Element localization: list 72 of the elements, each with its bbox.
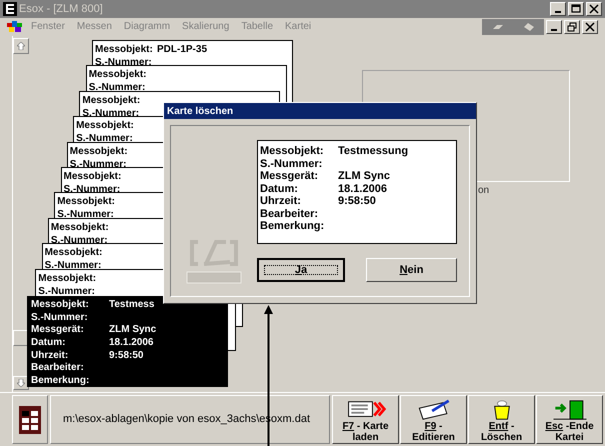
function-button[interactable]: Esc -Ende Kartei xyxy=(536,395,603,444)
field-label: Bearbeiter: xyxy=(260,208,320,220)
field-label: Bemerkung: xyxy=(260,220,326,232)
field-value: PDL-1P-35 xyxy=(157,43,208,56)
field-label: S.-Nummer: xyxy=(82,106,140,120)
field-label: S.-Nummer: xyxy=(50,234,109,247)
field-label: Messobjekt: xyxy=(82,94,142,107)
minimize-button[interactable] xyxy=(546,20,562,34)
close-icon xyxy=(585,22,595,32)
field-label: Messobjekt: xyxy=(57,195,116,208)
field-label: Messobjekt: xyxy=(95,43,154,56)
field-label: S.-Nummer: xyxy=(44,259,102,272)
field-value: ZLM Sync xyxy=(109,324,156,338)
field-label: Messgerät: xyxy=(260,170,320,182)
maximize-button[interactable] xyxy=(568,2,584,16)
maximize-icon xyxy=(567,22,577,32)
field-label: S.-Nummer: xyxy=(95,56,153,69)
grid-icon xyxy=(19,406,41,434)
field-label: S.-Nummer: xyxy=(57,208,115,222)
function-button[interactable]: F7 - Karte laden xyxy=(332,395,399,444)
minimize-button[interactable] xyxy=(550,2,566,16)
field-label: Messobjekt: xyxy=(88,68,148,82)
field-label: Datum: xyxy=(260,182,299,195)
function-button[interactable]: Entf - Löschen xyxy=(468,395,535,444)
field-label: Messobjekt: xyxy=(260,145,325,158)
close-icon xyxy=(589,4,599,14)
maximize-button[interactable] xyxy=(564,20,580,34)
window-title: Esox - [ZLM 800] xyxy=(19,4,103,14)
active-card[interactable]: Messobjekt: Testmess S.-Nummer: Messgerät: ZLM Sync Datum: 18.1.2006 Uhrzeit: 9:58:50 Bearbeiter: Bemerkung: xyxy=(27,296,228,387)
arrow-up-icon xyxy=(17,42,25,50)
field-label: Uhrzeit: xyxy=(31,350,70,362)
field-value: 9:58:50 xyxy=(109,350,144,362)
no-button[interactable]: Nein xyxy=(366,258,457,282)
field-label: Messobjekt: xyxy=(50,220,110,234)
scroll-up-button[interactable] xyxy=(13,38,29,54)
dialog-title: Karte löschen xyxy=(164,103,476,119)
close-button[interactable] xyxy=(582,20,598,34)
field-label: Bearbeiter: xyxy=(31,362,85,376)
field-label: Messobjekt: xyxy=(70,144,129,158)
app-icon xyxy=(3,2,17,16)
field-value: Testmessung xyxy=(338,145,408,158)
field-label: Bemerkung: xyxy=(31,375,90,388)
field-label: Messgerät: xyxy=(31,324,85,338)
field-label: S.-Nummer: xyxy=(31,312,89,324)
window-icon[interactable] xyxy=(7,21,23,33)
field-label: S.-Nummer: xyxy=(76,132,134,146)
field-label: Messobjekt: xyxy=(31,299,90,312)
function-button[interactable]: F9 - Editieren xyxy=(400,395,467,444)
field-label: S.-Nummer: xyxy=(38,284,96,298)
field-label: Datum: xyxy=(31,337,66,350)
panel-label: on xyxy=(478,186,490,196)
field-label: S.-Nummer: xyxy=(88,81,146,94)
arrow-down-icon xyxy=(17,379,25,387)
scroll-down-button[interactable] xyxy=(13,376,29,390)
field-label: Messobjekt: xyxy=(64,170,122,183)
field-label: S.-Nummer: xyxy=(260,158,324,170)
close-button[interactable] xyxy=(586,2,602,16)
field-value: 18.1.2006 xyxy=(109,337,154,350)
field-label: S.-Nummer: xyxy=(64,183,122,196)
field-label: Messobjekt: xyxy=(44,246,104,260)
field-value: 9:58:50 xyxy=(338,195,376,208)
minimize-icon xyxy=(555,11,561,13)
field-label: Uhrzeit: xyxy=(260,195,302,208)
yes-button[interactable]: Ja xyxy=(257,258,345,282)
field-value: Testmess xyxy=(109,299,154,312)
field-label: Messobjekt: xyxy=(38,272,98,285)
field-label: S.-Nummer: xyxy=(70,158,128,171)
field-label: Messobjekt: xyxy=(76,119,135,132)
field-value: 18.1.2006 xyxy=(338,182,387,195)
field-value: ZLM Sync xyxy=(338,170,390,182)
maximize-icon xyxy=(571,4,581,14)
minimize-icon xyxy=(551,29,557,31)
